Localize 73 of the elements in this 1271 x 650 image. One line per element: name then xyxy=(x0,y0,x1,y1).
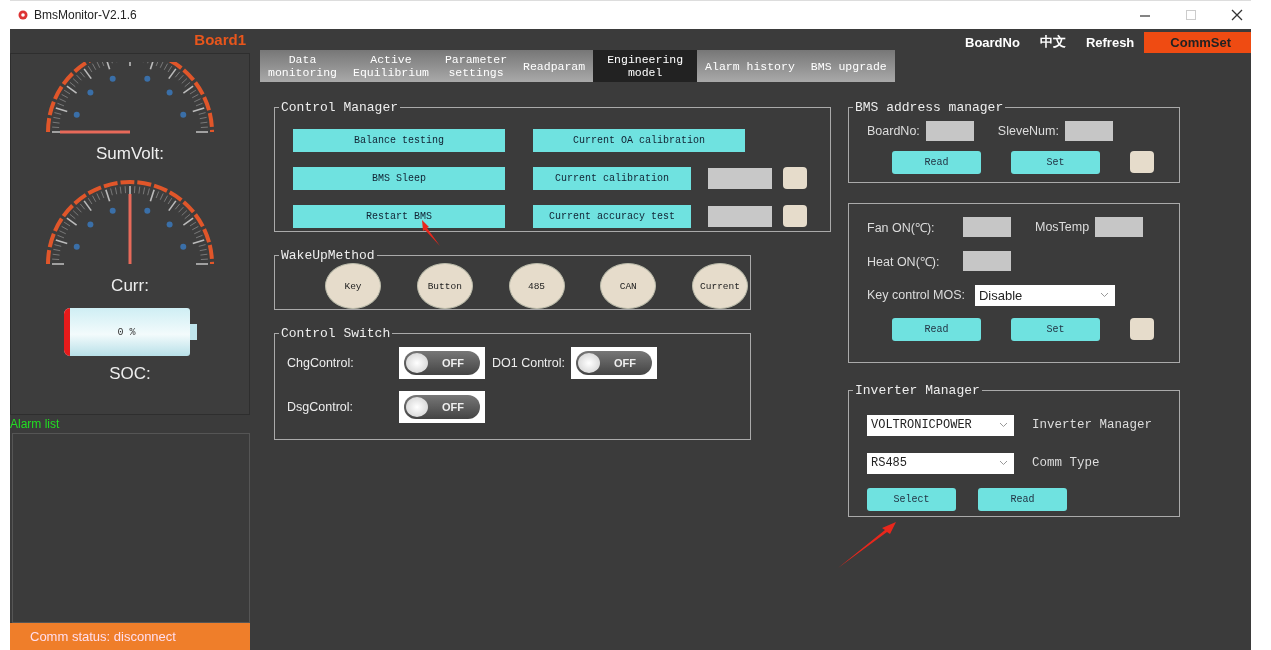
field-label: Comm Type xyxy=(1032,456,1100,470)
group-title: BMS address manager xyxy=(854,100,1005,115)
action-button[interactable]: Current accuracy test xyxy=(533,204,691,228)
toggle-switch[interactable]: OFF xyxy=(404,395,480,419)
battery-reading: 0 % xyxy=(117,326,136,338)
gauge-label: SumVolt: xyxy=(95,144,164,164)
wakeup-button[interactable]: Key xyxy=(325,263,381,309)
chevron-down-icon xyxy=(1099,292,1109,298)
board-label: Board1 xyxy=(194,30,247,50)
switch-label: DsgControl: xyxy=(287,400,354,414)
battery-terminal xyxy=(189,324,197,340)
field-label: SleveNum: xyxy=(997,124,1059,138)
status-indicator xyxy=(1130,318,1154,340)
group-title: Inverter Manager xyxy=(854,383,981,398)
field-label: Fan ON(℃): xyxy=(867,219,936,236)
wakeup-button[interactable]: Button xyxy=(416,263,473,309)
toolbar-button[interactable]: Refresh xyxy=(1075,32,1145,52)
maximize-icon[interactable] xyxy=(1185,9,1197,21)
wakeup-button[interactable]: 485 xyxy=(508,263,565,309)
status-indicator xyxy=(783,205,807,227)
switch-label: ChgControl: xyxy=(287,356,355,370)
alarm-list-label: Alarm list xyxy=(10,416,61,433)
toggle-switch[interactable]: OFF xyxy=(404,351,480,375)
input-field[interactable] xyxy=(963,251,1011,271)
toolbar-button[interactable]: BoardNo xyxy=(955,32,1030,52)
action-button[interactable]: BMS Sleep xyxy=(293,166,505,190)
tab[interactable]: Data monitoring xyxy=(260,50,345,82)
dropdown[interactable]: Disable xyxy=(974,284,1115,306)
chevron-down-icon xyxy=(999,460,1008,466)
field-label: MosTemp xyxy=(1035,220,1090,234)
app-icon xyxy=(18,10,28,20)
dropdown[interactable]: RS485 xyxy=(867,452,1014,474)
group-title: Control Switch xyxy=(280,326,392,341)
field-label: Key control MOS: xyxy=(867,288,965,302)
action-button[interactable]: Set xyxy=(1011,150,1100,174)
chevron-down-icon xyxy=(999,422,1008,428)
action-button[interactable]: Read xyxy=(892,317,981,341)
dropdown[interactable]: VOLTRONICPOWER xyxy=(867,414,1014,436)
action-button[interactable]: Current calibration xyxy=(533,166,691,190)
tab[interactable]: Engineering model xyxy=(593,50,698,82)
input-field[interactable] xyxy=(963,217,1011,237)
value-field[interactable] xyxy=(708,205,772,227)
field-label: Inverter Manager xyxy=(1032,418,1153,432)
group-title: Control Manager xyxy=(280,100,400,115)
field-label: Heat ON(℃): xyxy=(867,253,941,270)
comm-status: Comm status: disconnect xyxy=(10,623,250,650)
toggle-switch[interactable]: OFF xyxy=(575,351,652,375)
tab[interactable]: Active Equilibrium xyxy=(345,50,437,82)
action-button[interactable]: Read xyxy=(892,150,981,174)
action-button[interactable]: Set xyxy=(1011,317,1100,341)
action-button[interactable]: Balance testing xyxy=(293,128,505,152)
input-field[interactable] xyxy=(925,121,974,141)
input-field[interactable] xyxy=(1095,217,1144,237)
gauge-label: Curr: xyxy=(111,276,149,296)
field-label: BoardNo: xyxy=(867,124,920,138)
action-button[interactable]: Read xyxy=(978,487,1067,511)
action-button[interactable]: Current OA calibration xyxy=(533,128,745,152)
group-title: WakeUpMethod xyxy=(280,248,376,263)
window-title: BmsMonitor-V2.1.6 xyxy=(34,8,137,22)
toolbar-button[interactable]: CommSet xyxy=(1144,32,1251,53)
input-field[interactable] xyxy=(1064,121,1113,141)
action-button[interactable]: Restart BMS xyxy=(293,204,505,228)
close-icon[interactable] xyxy=(1231,9,1243,21)
switch-label: DO1 Control: xyxy=(492,356,565,370)
wakeup-button[interactable]: Current xyxy=(692,263,748,309)
status-indicator xyxy=(1130,151,1154,173)
tab[interactable]: Parameter settings xyxy=(436,50,516,82)
status-indicator xyxy=(783,167,807,189)
value-field[interactable] xyxy=(708,167,772,189)
toolbar-button[interactable]: 中文 xyxy=(1029,32,1076,52)
action-button[interactable]: Select xyxy=(867,487,956,511)
soc-label: SOC: xyxy=(109,364,151,384)
wakeup-button[interactable]: CAN xyxy=(600,263,657,309)
